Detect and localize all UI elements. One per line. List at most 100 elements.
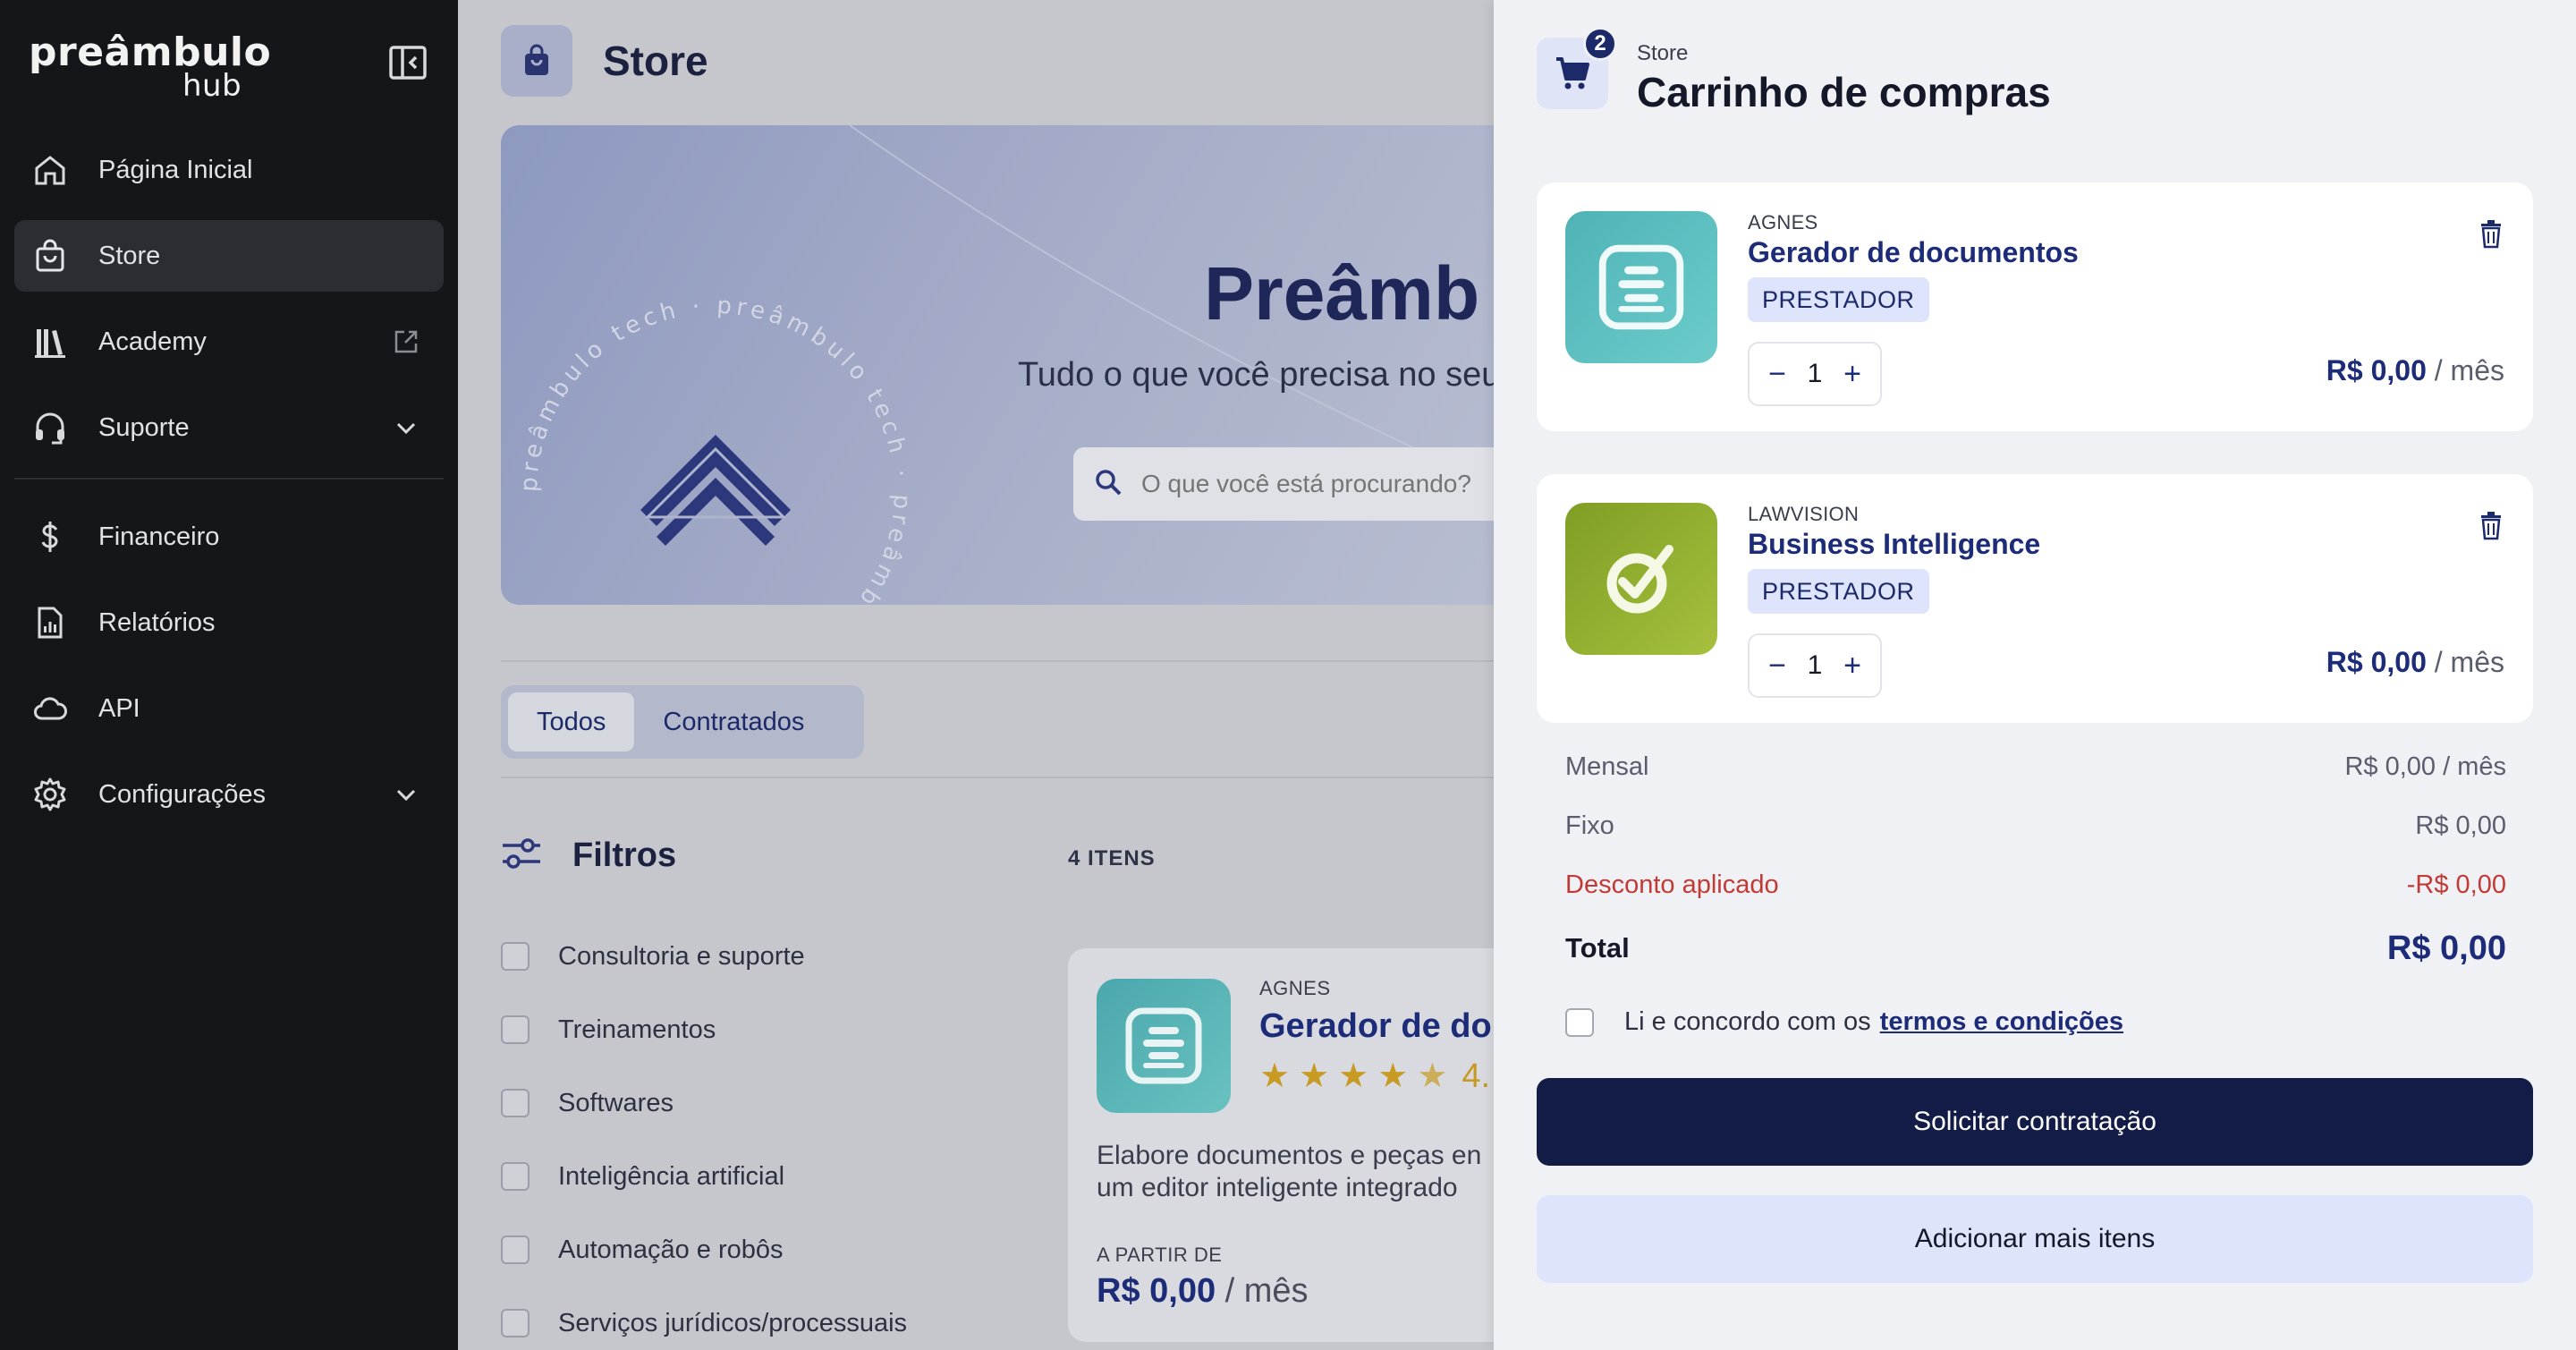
sidebar-nav: Página Inicial Store Academy Suporte Fin… [14, 134, 444, 845]
filter-label: Consultoria e suporte [558, 941, 805, 971]
filter-sliders-icon [501, 836, 542, 876]
star-icon: ★ [1299, 1057, 1330, 1095]
sidebar-item-label: Suporte [98, 412, 190, 442]
checkbox[interactable] [501, 1162, 530, 1191]
quantity-stepper: − 1 + [1748, 633, 1882, 698]
price-value: R$ 0,00 [1097, 1272, 1216, 1310]
product-vendor: AGNES [1259, 977, 1331, 999]
filter-list: Consultoria e suporte Treinamentos Softw… [501, 920, 907, 1350]
books-icon [30, 322, 70, 361]
description-line: Elabore documentos e peças en [1097, 1141, 1482, 1170]
trash-icon[interactable] [2478, 218, 2504, 249]
checkbox[interactable] [501, 1089, 530, 1117]
checkbox[interactable] [501, 1309, 530, 1337]
sidebar-collapse-icon[interactable] [388, 45, 428, 81]
filter-option[interactable]: Serviços jurídicos/processuais [501, 1286, 907, 1350]
item-price: R$ 0,00 / mês [2326, 646, 2504, 679]
checkbox[interactable] [501, 1015, 530, 1044]
drawer-title: Carrinho de compras [1637, 69, 2051, 115]
sidebar-divider [14, 478, 444, 480]
quantity-stepper: − 1 + [1748, 342, 1882, 406]
quantity-value: 1 [1807, 359, 1823, 388]
sidebar-item-store[interactable]: Store [14, 220, 444, 292]
tab-todos[interactable]: Todos [508, 692, 635, 751]
items-count: 4 ITENS [1068, 846, 1156, 870]
summary-label: Fixo [1565, 811, 1614, 840]
checkbox[interactable] [501, 1235, 530, 1264]
summary-value: R$ 0,00 [2415, 811, 2506, 840]
item-vendor: AGNES [1748, 211, 1818, 233]
product-price: R$ 0,00 / mês [1097, 1272, 1309, 1311]
terms-checkbox[interactable] [1565, 1007, 1594, 1037]
price-period: / mês [2434, 646, 2504, 678]
search-bar[interactable] [1073, 447, 1494, 521]
filters-title: Filtros [572, 836, 677, 874]
request-contract-button[interactable]: Solicitar contratação [1537, 1078, 2533, 1166]
decrement-button[interactable]: − [1764, 649, 1791, 683]
sidebar-item-label: Página Inicial [98, 155, 253, 184]
summary-row-desconto: Desconto aplicado -R$ 0,00 [1565, 855, 2506, 914]
increment-button[interactable]: + [1839, 357, 1866, 392]
search-icon [1093, 467, 1123, 502]
description-line: um editor inteligente integrado [1097, 1173, 1458, 1202]
cart-item: AGNES Gerador de documentos PRESTADOR − … [1537, 183, 2533, 431]
item-name[interactable]: Business Intelligence [1748, 528, 2040, 561]
price-period: / mês [2434, 354, 2504, 386]
checkbox[interactable] [501, 942, 530, 971]
sidebar-item-label: Store [98, 241, 161, 270]
brand-line2: hub [182, 68, 242, 104]
sidebar-item-home[interactable]: Página Inicial [14, 134, 444, 206]
sidebar-item-suporte[interactable]: Suporte [14, 392, 444, 463]
document-generator-icon [1565, 211, 1717, 363]
hero-banner: preâmbulo tech · preâmbulo tech · preâmb… [501, 125, 1494, 605]
filter-option[interactable]: Inteligência artificial [501, 1140, 907, 1213]
terms-link[interactable]: termos e condições [1880, 1007, 2123, 1037]
price-from-label: A PARTIR DE [1097, 1244, 1223, 1266]
filter-option[interactable]: Consultoria e suporte [501, 920, 907, 993]
hero-title: Preâmb [1204, 251, 1480, 335]
checkmark-badge-icon [1565, 503, 1717, 655]
search-input[interactable] [1141, 470, 1494, 498]
add-more-items-button[interactable]: Adicionar mais itens [1537, 1195, 2533, 1283]
logo-mark [640, 435, 791, 546]
filter-label: Softwares [558, 1088, 674, 1117]
sidebar-item-academy[interactable]: Academy [14, 306, 444, 378]
divider [501, 777, 1494, 778]
cart-items-list[interactable]: AGNES Gerador de documentos PRESTADOR − … [1537, 183, 2533, 725]
cart-item: LAWVISION Business Intelligence PRESTADO… [1537, 474, 2533, 723]
chevron-down-icon[interactable] [388, 410, 424, 446]
item-price: R$ 0,00 / mês [2326, 354, 2504, 387]
tab-contratados[interactable]: Contratados [634, 692, 833, 751]
price-value: R$ 0,00 [2326, 354, 2427, 386]
chevron-down-icon[interactable] [388, 777, 424, 812]
filter-option[interactable]: Softwares [501, 1066, 907, 1140]
trash-icon[interactable] [2478, 510, 2504, 540]
sidebar-item-relatorios[interactable]: Relatórios [14, 587, 444, 658]
product-card[interactable]: AGNES Gerador de do ★ ★ ★ ★ ★ 4. Elabore doc… [1068, 948, 1494, 1342]
sidebar-item-configuracoes[interactable]: Configurações [14, 759, 444, 830]
filter-label: Serviços jurídicos/processuais [558, 1308, 908, 1337]
brand-logo[interactable]: preâmbulo hub [29, 32, 271, 105]
store-header: Store [501, 25, 708, 97]
store-main: Store preâmbulo tech · preâmbulo tech · … [458, 0, 1494, 1350]
filter-option[interactable]: Automação e robôs [501, 1213, 907, 1286]
headset-icon [30, 408, 70, 447]
summary-value: R$ 0,00 / mês [2344, 751, 2506, 781]
summary-row-fixo: Fixo R$ 0,00 [1565, 796, 2506, 855]
sidebar: preâmbulo hub Página Inicial Store Acade… [0, 0, 458, 1350]
product-name[interactable]: Gerador de do [1259, 1007, 1492, 1046]
sidebar-item-api[interactable]: API [14, 673, 444, 744]
summary-label: Desconto aplicado [1565, 870, 1779, 899]
half-star-icon: ★ [1417, 1057, 1448, 1095]
sidebar-item-financeiro[interactable]: Financeiro [14, 501, 444, 573]
item-name[interactable]: Gerador de documentos [1748, 236, 2079, 269]
decrement-button[interactable]: − [1764, 357, 1791, 392]
star-icon: ★ [1259, 1057, 1291, 1095]
sidebar-item-label: Academy [98, 327, 207, 356]
quantity-value: 1 [1807, 650, 1823, 680]
increment-button[interactable]: + [1839, 649, 1866, 683]
filter-label: Inteligência artificial [558, 1161, 785, 1191]
item-vendor: LAWVISION [1748, 503, 1860, 525]
filter-option[interactable]: Treinamentos [501, 993, 907, 1066]
breadcrumb[interactable]: Store [1637, 41, 1688, 66]
